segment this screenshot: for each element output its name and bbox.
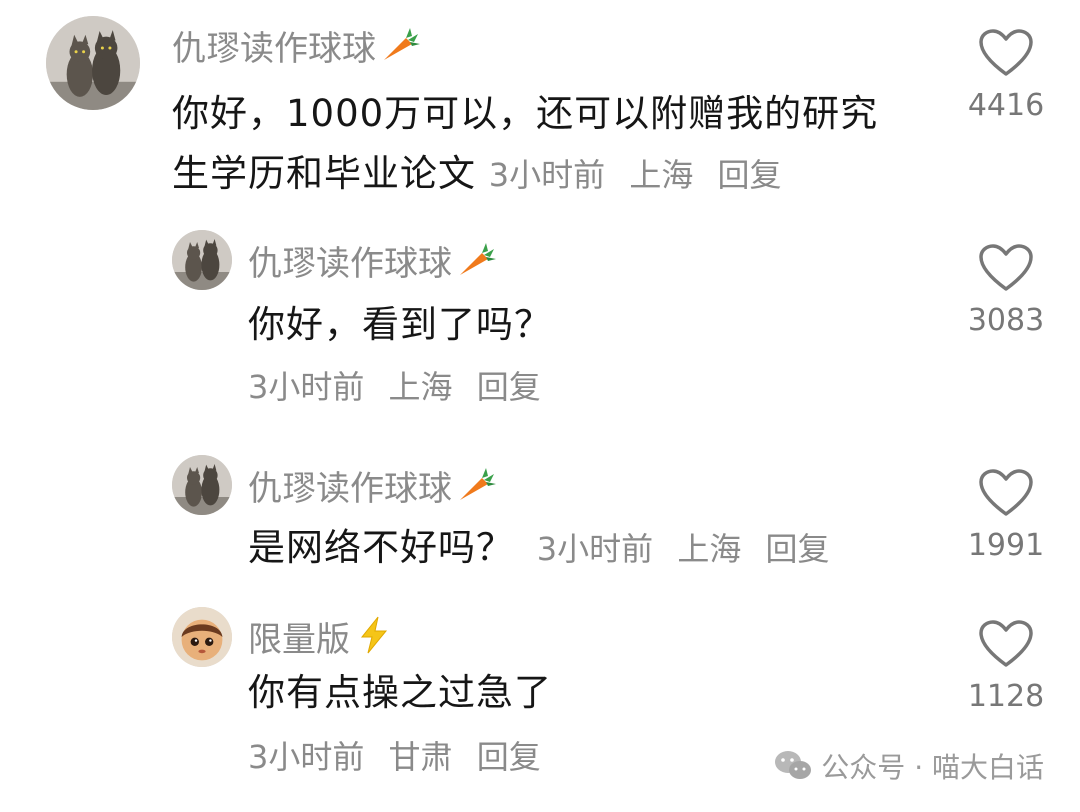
heart-icon[interactable] bbox=[978, 28, 1034, 78]
comment-time: 3小时前 bbox=[248, 738, 365, 776]
reply-button[interactable]: 回复 bbox=[477, 738, 541, 776]
carrot-icon bbox=[456, 464, 498, 513]
comment-body: 你有点操之过急了 bbox=[248, 663, 928, 723]
reply-button[interactable]: 回复 bbox=[477, 368, 541, 406]
lightning-icon bbox=[354, 615, 394, 664]
heart-icon[interactable] bbox=[978, 468, 1034, 518]
avatar[interactable] bbox=[172, 607, 232, 667]
username-text[interactable]: 限量版 bbox=[248, 620, 350, 660]
comment-username[interactable]: 限量版 bbox=[248, 615, 394, 664]
wechat-icon bbox=[775, 751, 812, 779]
comment-location: 上海 bbox=[629, 156, 694, 194]
like-button[interactable]: 4416 bbox=[966, 28, 1046, 123]
avatar[interactable] bbox=[172, 230, 232, 290]
comment-meta: 3小时前 甘肃 回复 bbox=[248, 737, 555, 777]
comment-location: 上海 bbox=[388, 368, 453, 406]
comment-text: 你好，看到了吗？ bbox=[248, 303, 552, 346]
comment-time: 3小时前 bbox=[488, 156, 606, 194]
comment-body: 你好，看到了吗？ bbox=[248, 295, 928, 355]
comment-text: 是网络不好吗？ bbox=[248, 526, 514, 569]
reply-item: 仇璆读作球球 是网络不好吗？ 3小时前 上海 回复 1991 bbox=[0, 440, 1080, 590]
heart-icon[interactable] bbox=[978, 619, 1034, 669]
watermark: 公众号 · 喵大白话 bbox=[773, 746, 1044, 786]
comment-meta: 3小时前 上海 回复 bbox=[248, 367, 555, 407]
avatar[interactable] bbox=[172, 455, 232, 515]
comment-item: 仇璆读作球球 你好，1000万可以，还可以附赠我的研究生学历和毕业论文 3小时前… bbox=[0, 0, 1080, 215]
comment-time: 3小时前 bbox=[536, 530, 654, 568]
cat-avatar-icon bbox=[46, 16, 140, 110]
like-button[interactable]: 1991 bbox=[966, 468, 1046, 563]
comment-username[interactable]: 仇璆读作球球 bbox=[248, 239, 498, 288]
like-count: 1991 bbox=[967, 528, 1045, 563]
comment-time: 3小时前 bbox=[248, 368, 365, 406]
like-button[interactable]: 3083 bbox=[966, 243, 1046, 338]
carrot-icon bbox=[456, 239, 498, 288]
comment-body: 你好，1000万可以，还可以附赠我的研究生学历和毕业论文 3小时前 上海 回复 bbox=[172, 84, 912, 205]
comment-text: 你有点操之过急了 bbox=[248, 671, 552, 714]
reply-button[interactable]: 回复 bbox=[766, 530, 830, 568]
like-count: 4416 bbox=[967, 88, 1045, 123]
like-count: 1128 bbox=[967, 679, 1045, 714]
like-button[interactable]: 1128 bbox=[966, 619, 1046, 714]
username-text[interactable]: 仇璆读作球球 bbox=[248, 244, 452, 284]
avatar[interactable] bbox=[46, 16, 140, 110]
cat-avatar-icon bbox=[172, 455, 232, 515]
reply-button[interactable]: 回复 bbox=[718, 156, 782, 194]
comment-meta: 3小时前 上海 回复 bbox=[537, 530, 844, 568]
comment-location: 上海 bbox=[677, 530, 742, 568]
comment-body: 是网络不好吗？ 3小时前 上海 回复 bbox=[248, 518, 928, 579]
comment-username[interactable]: 仇璆读作球球 bbox=[248, 464, 498, 513]
username-text[interactable]: 仇璆读作球球 bbox=[248, 469, 452, 509]
carrot-icon bbox=[380, 24, 422, 73]
comment-meta: 3小时前 上海 回复 bbox=[489, 156, 796, 194]
cat-avatar-icon bbox=[172, 230, 232, 290]
comment-username[interactable]: 仇璆读作球球 bbox=[172, 24, 422, 73]
comment-location: 甘肃 bbox=[388, 738, 453, 776]
like-count: 3083 bbox=[967, 303, 1045, 338]
character-avatar-icon bbox=[172, 607, 232, 667]
heart-icon[interactable] bbox=[978, 243, 1034, 293]
reply-item: 仇璆读作球球 你好，看到了吗？ 3小时前 上海 回复 3083 bbox=[0, 215, 1080, 440]
username-text[interactable]: 仇璆读作球球 bbox=[172, 29, 376, 69]
watermark-text: 公众号 · 喵大白话 bbox=[821, 751, 1044, 784]
